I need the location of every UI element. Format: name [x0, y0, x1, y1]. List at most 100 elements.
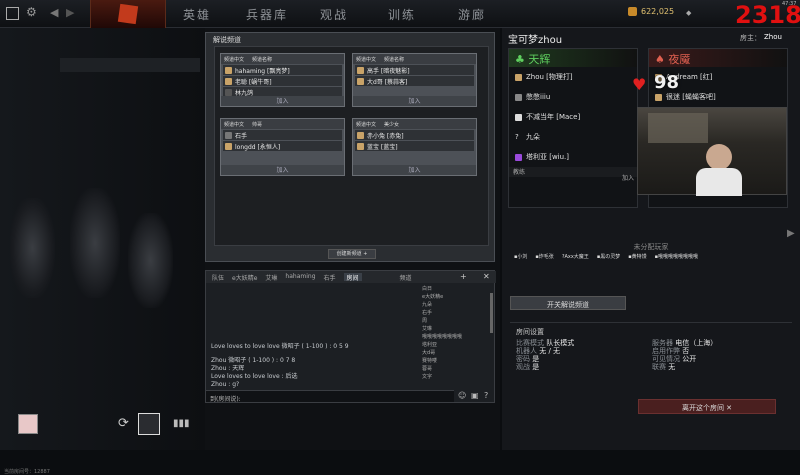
- panel-title: 解说频道: [213, 36, 241, 44]
- chat-line: Zhou 微昭子 ( 1-100 ) : 0 7 8: [211, 357, 296, 364]
- chat-line: Zhou : 天辉: [211, 365, 245, 372]
- chat-tab[interactable]: 队伍: [212, 273, 224, 282]
- list-item[interactable]: ▪哦哦哦哦哦哦哦哦: [655, 253, 698, 260]
- player-slot[interactable]: 憋憋iiiu: [509, 87, 637, 107]
- tab-armory[interactable]: 兵器库: [246, 6, 288, 23]
- tab-watch[interactable]: 观战: [320, 6, 348, 23]
- list-item[interactable]: 塔利亚: [422, 341, 492, 349]
- settings-left: 比赛模式 队长模式 机器人 无 / 无 密码 是 观战 是: [516, 339, 575, 371]
- list-item[interactable]: 石手: [223, 130, 342, 140]
- hero-model: [128, 213, 173, 308]
- chat-tab[interactable]: e大妖精e: [232, 273, 257, 282]
- join-button[interactable]: 加入: [221, 165, 344, 175]
- list-item[interactable]: ▪小刘: [514, 253, 527, 260]
- list-item[interactable]: longdd [永恒人]: [223, 141, 342, 151]
- list-item[interactable]: 白日: [422, 285, 492, 293]
- tab-learn[interactable]: 训练: [388, 6, 416, 23]
- chat-tab-channel[interactable]: 频道: [400, 273, 412, 282]
- channel-header: 频道中文 频道名称: [221, 54, 344, 64]
- window-icon[interactable]: [6, 7, 19, 20]
- list-item[interactable]: hahaming [飘亮梦]: [223, 65, 342, 75]
- list-item[interactable]: 大d哥: [422, 349, 492, 357]
- streamer-body: [696, 168, 742, 196]
- shelf: [648, 113, 708, 143]
- forward-icon[interactable]: ▶: [66, 6, 74, 19]
- tab-heroes[interactable]: 英雄: [183, 6, 211, 23]
- list-item[interactable]: 蓉哥: [422, 365, 492, 373]
- party-icon[interactable]: ▮▮▮: [173, 418, 190, 429]
- list-item[interactable]: ?Axx大魔王: [562, 253, 589, 260]
- list-item[interactable]: 大d哥 [蔡蒜客]: [355, 76, 474, 86]
- dota-logo[interactable]: [90, 0, 166, 28]
- avatar[interactable]: [18, 414, 38, 434]
- channel-card[interactable]: 频道中文 频道名称 高手 [暗夜魅影] 大d哥 [蔡蒜客] 加入: [352, 53, 477, 107]
- clock: 47:37: [782, 1, 797, 7]
- chat-tab[interactable]: hahaming: [285, 273, 315, 281]
- channel-card[interactable]: 频道中文 频道名称 hahaming [飘亮梦] 老聪 [蜗牛哥] 林九鸽 加入: [220, 53, 345, 107]
- leave-room-button[interactable]: 离开这个房间 ✕: [638, 399, 776, 414]
- coach-label: 教练: [509, 167, 637, 177]
- top-bar: ⚙ ◀ ▶ 英雄 兵器库 观战 训练 游廊 622,025 ◆ 2318 47:…: [0, 0, 800, 29]
- chat-tab-room[interactable]: 房间: [343, 273, 362, 282]
- unassigned-list: ▪小刘 ▪炸毛张 ?Axx大魔王 ▪黑の灵梦 ▪黄特馒 ▪哦哦哦哦哦哦哦哦: [514, 253, 794, 260]
- list-item[interactable]: 高手 [暗夜魅影]: [355, 65, 474, 75]
- hero-showcase: ⟳ ▮▮▮ 当前房间号：12887: [0, 28, 205, 475]
- player-slot[interactable]: 塔利亚 [wiu.]: [509, 147, 637, 167]
- back-icon[interactable]: ◀: [50, 6, 58, 19]
- side-arrow-icon[interactable]: ▶: [787, 228, 795, 239]
- list-item[interactable]: ▪黑の灵梦: [597, 253, 620, 260]
- close-icon[interactable]: ✕: [483, 272, 490, 281]
- list-item[interactable]: 蓝宝 [蓝宝]: [355, 141, 474, 151]
- chat-tabs: 队伍 e大妖精e 艾琳 hahaming 右手 房间 频道: [206, 271, 496, 283]
- help-icon[interactable]: ?: [484, 391, 488, 400]
- list-item[interactable]: 老聪 [蜗牛哥]: [223, 76, 342, 86]
- scrollbar[interactable]: [490, 293, 493, 333]
- list-item[interactable]: 九朵: [422, 301, 492, 309]
- list-item[interactable]: 赛特喽: [422, 357, 492, 365]
- host-label: 房主：: [740, 34, 761, 42]
- room-settings: 房间设置 比赛模式 队长模式 机器人 无 / 无 密码 是 观战 是 服务器 电…: [510, 322, 792, 382]
- list-item[interactable]: 文字: [422, 373, 492, 381]
- list-item[interactable]: 赤小兔 [赤兔]: [355, 130, 474, 140]
- tab-arcade[interactable]: 游廊: [458, 6, 486, 23]
- chat-tab[interactable]: 艾琳: [265, 273, 277, 282]
- create-channel-button[interactable]: 创建新频道 +: [328, 249, 376, 259]
- join-button[interactable]: 加入: [221, 96, 344, 106]
- team-header: ♣ 天辉: [509, 49, 637, 67]
- radiant-team: ♣ 天辉 Zhou [物理打] 憋憋iiiu 不减当年 [Mace] ? 九朵 塔…: [508, 48, 638, 208]
- shard-count: 622,025: [641, 7, 675, 16]
- streamer-face: [706, 144, 732, 170]
- settings-icon[interactable]: ▣: [471, 391, 479, 400]
- add-icon[interactable]: +: [460, 272, 467, 281]
- gear-icon[interactable]: ⚙: [26, 5, 37, 19]
- emoji-icon[interactable]: ☺: [458, 391, 466, 400]
- like-counter: 98: [654, 72, 680, 93]
- player-slot[interactable]: Zhou [物理打]: [509, 67, 637, 87]
- chat-line: Zhou : g?: [211, 381, 240, 388]
- unknown-avatar-icon: ?: [515, 133, 519, 141]
- player-slot[interactable]: 不减当年 [Mace]: [509, 107, 637, 127]
- chat-tab[interactable]: 右手: [324, 273, 336, 282]
- channel-card[interactable]: 频道中文 帅哥 石手 longdd [永恒人] 加入: [220, 118, 345, 176]
- channel-header: 频道中文 美少女: [353, 119, 476, 129]
- list-item[interactable]: 艾琳: [422, 325, 492, 333]
- coach-join-button[interactable]: 加入: [622, 173, 634, 182]
- player-slot[interactable]: ? 九朵: [509, 127, 637, 147]
- channel-card[interactable]: 频道中文 美少女 赤小兔 [赤兔] 蓝宝 [蓝宝] 加入: [352, 118, 477, 176]
- user-list: 白日 e大妖精e 九朵 右手 周 艾琳 哦哦哦哦哦哦哦哦 塔利亚 大d哥 赛特喽…: [422, 285, 492, 389]
- list-item[interactable]: ▪炸毛张: [535, 253, 553, 260]
- chat-log: Love loves to love love 微昭子 ( 1-100 ) : …: [211, 343, 416, 389]
- toggle-broadcast-button[interactable]: 开关解说频道: [510, 296, 626, 310]
- ready-icon[interactable]: [138, 413, 160, 435]
- join-button[interactable]: 加入: [353, 96, 476, 106]
- chat-input[interactable]: 到(房间说):: [206, 390, 454, 403]
- settings-title: 房间设置: [516, 328, 544, 336]
- list-item[interactable]: ▪黄特馒: [628, 253, 646, 260]
- hero-model: [70, 188, 120, 298]
- list-item[interactable]: e大妖精e: [422, 293, 492, 301]
- list-item[interactable]: 哦哦哦哦哦哦哦哦: [422, 333, 492, 341]
- sound-icon[interactable]: ⟳: [118, 416, 129, 431]
- join-button[interactable]: 加入: [353, 165, 476, 175]
- list-item[interactable]: 右手: [422, 309, 492, 317]
- list-item[interactable]: 周: [422, 317, 492, 325]
